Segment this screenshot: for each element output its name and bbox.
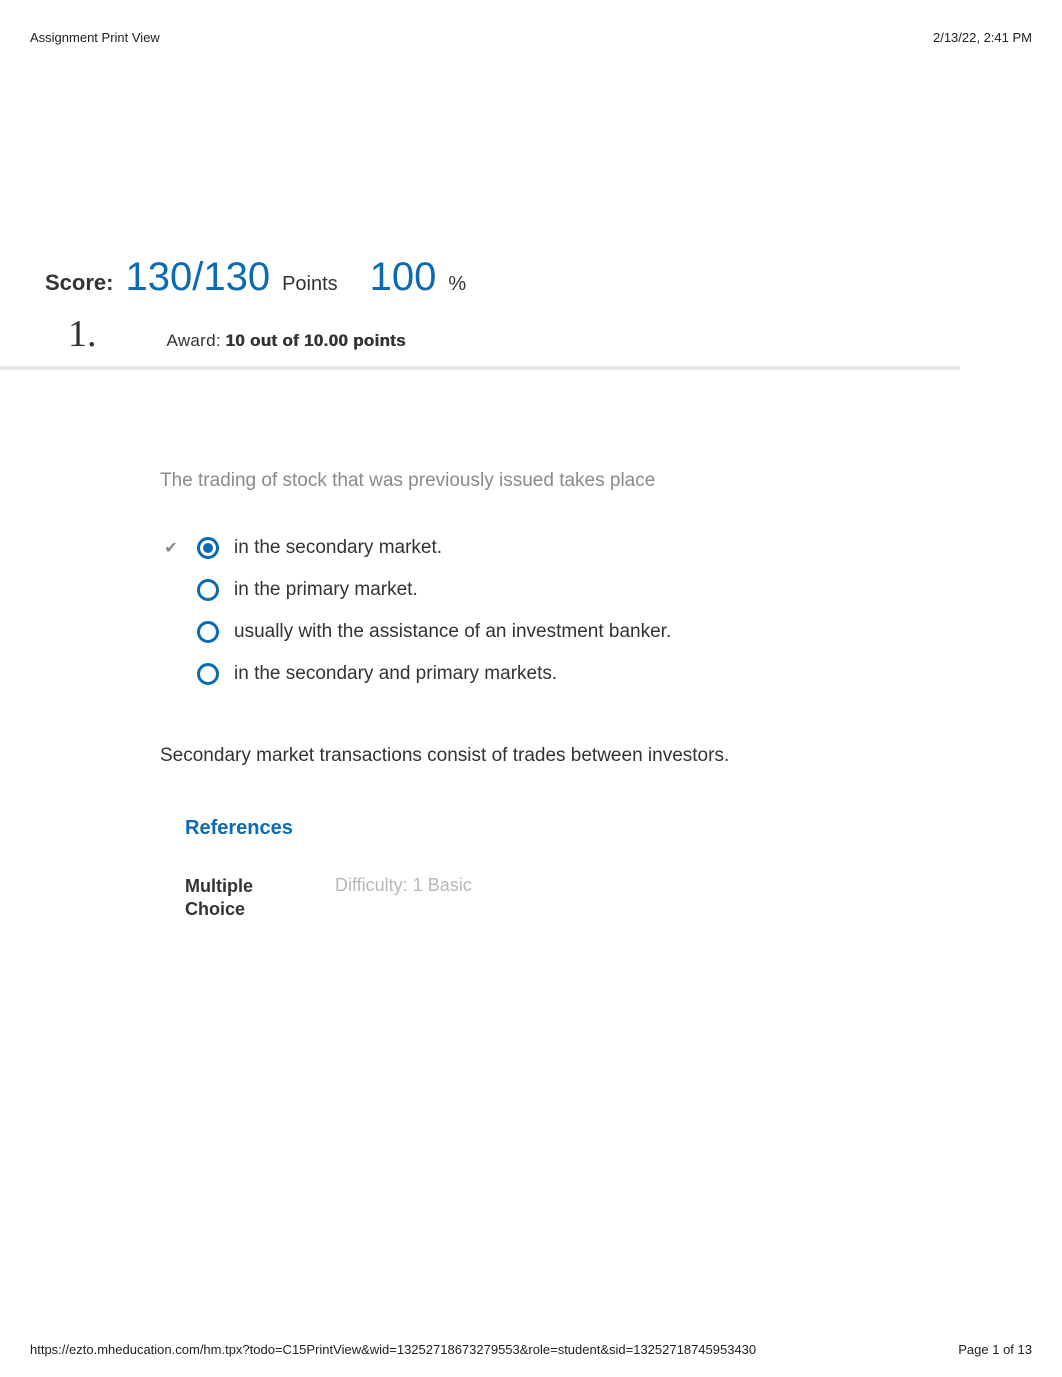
score-percent-symbol: % (448, 273, 466, 296)
question-number: 1. (68, 312, 97, 356)
score-bar: Score: 130/130 Points 100 % (0, 255, 1062, 300)
question-text: The trading of stock that was previously… (160, 470, 1062, 492)
page-header: Assignment Print View 2/13/22, 2:41 PM (0, 0, 1062, 45)
page-footer: https://ezto.mheducation.com/hm.tpx?todo… (30, 1342, 1032, 1357)
option-label: in the primary market. (234, 579, 418, 601)
radio-button[interactable] (197, 579, 219, 601)
award-label: Award: (167, 331, 221, 350)
award-wrapper: Award: 10 out of 10.00 points (167, 331, 406, 351)
checkmark-icon: ✔ (164, 538, 177, 558)
question-header: 1. Award: 10 out of 10.00 points (0, 312, 960, 370)
award-value: 10 out of 10.00 points (225, 331, 405, 350)
question-body: The trading of stock that was previously… (160, 470, 1062, 922)
option-row[interactable]: usually with the assistance of an invest… (160, 621, 1062, 643)
score-value: 130/130 (125, 255, 270, 300)
score-percent: 100 (370, 255, 437, 300)
option-label: in the secondary market. (234, 537, 442, 559)
references-row: Multiple Choice Difficulty: 1 Basic (185, 875, 1062, 922)
radio-button[interactable] (197, 663, 219, 685)
explanation-text: Secondary market transactions consist of… (160, 745, 1062, 767)
header-timestamp: 2/13/22, 2:41 PM (933, 30, 1032, 45)
option-label: in the secondary and primary markets. (234, 663, 557, 685)
radio-selected-icon (203, 543, 213, 553)
references-difficulty: Difficulty: 1 Basic (335, 875, 472, 922)
references-heading: References (185, 817, 1062, 840)
header-title: Assignment Print View (30, 30, 160, 45)
check-col: ✔ (160, 538, 182, 558)
option-row[interactable]: ✔ in the secondary market. (160, 537, 1062, 559)
score-label: Score: (45, 270, 113, 296)
radio-button[interactable] (197, 621, 219, 643)
references-type: Multiple Choice (185, 875, 275, 922)
score-points-label: Points (282, 273, 338, 296)
footer-url: https://ezto.mheducation.com/hm.tpx?todo… (30, 1342, 756, 1357)
option-label: usually with the assistance of an invest… (234, 621, 671, 643)
option-row[interactable]: in the primary market. (160, 579, 1062, 601)
options-list: ✔ in the secondary market. in the primar… (160, 537, 1062, 685)
option-row[interactable]: in the secondary and primary markets. (160, 663, 1062, 685)
radio-button[interactable] (197, 537, 219, 559)
footer-page: Page 1 of 13 (958, 1342, 1032, 1357)
